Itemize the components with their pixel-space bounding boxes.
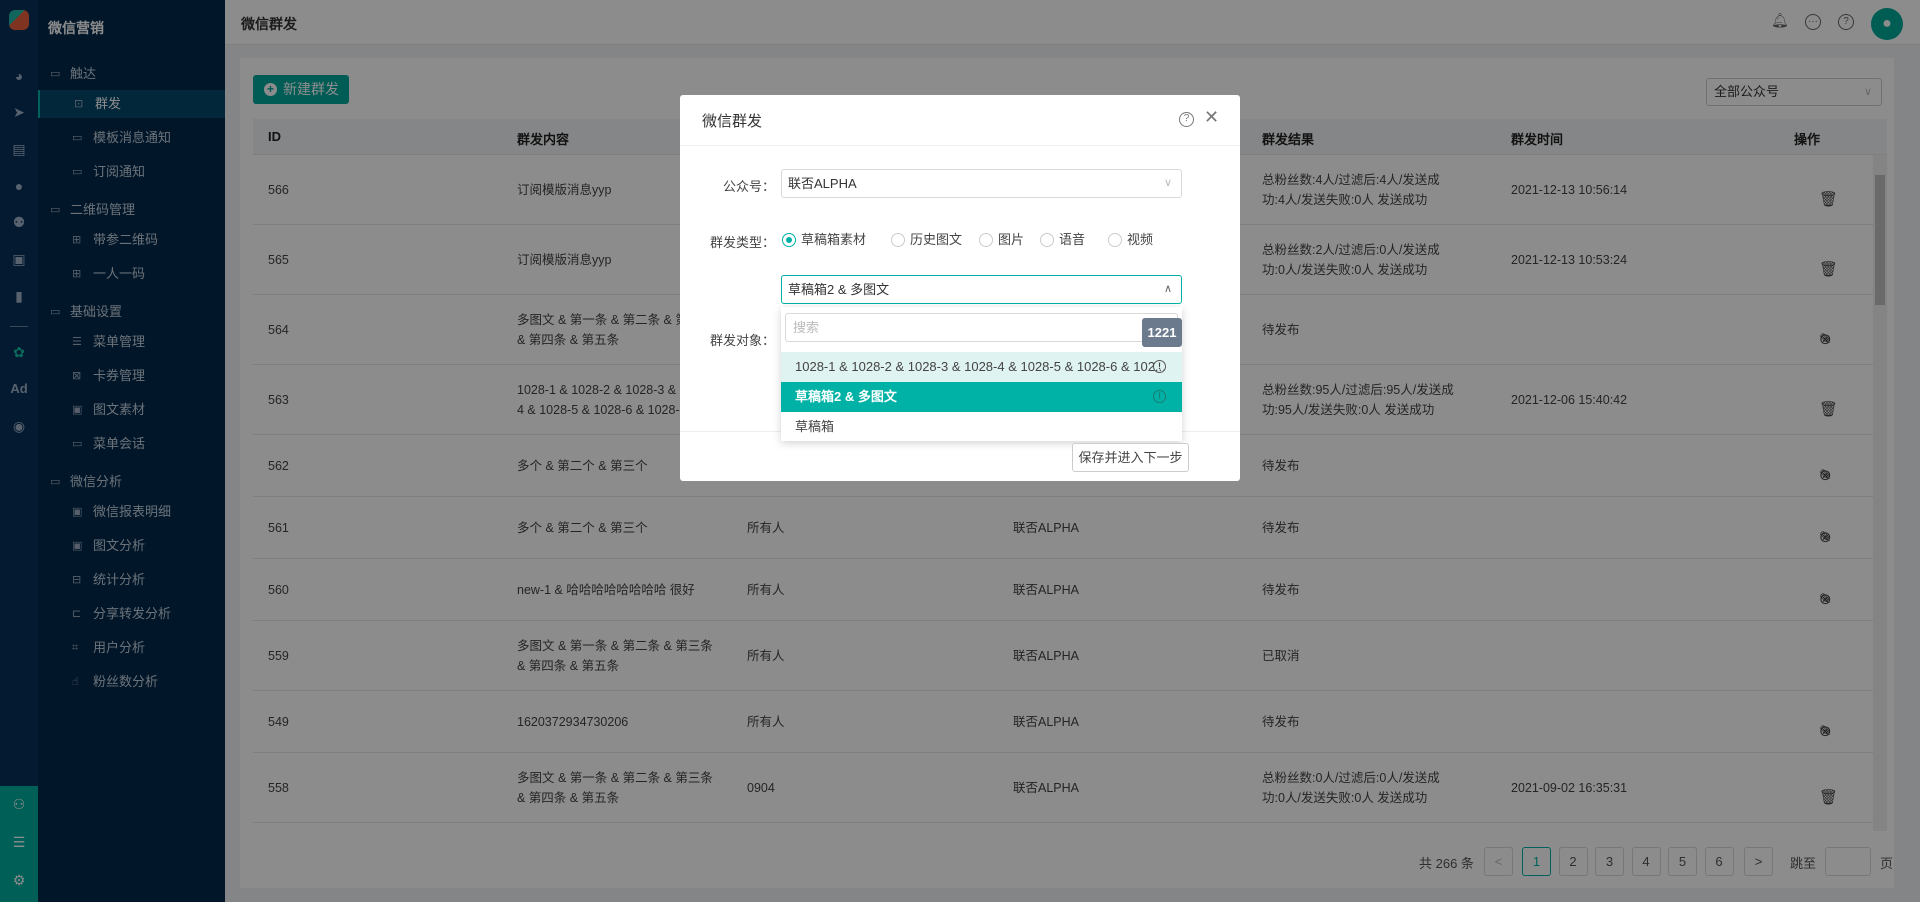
chevron-down-icon: ∨ [1163, 177, 1172, 189]
material-dropdown: 搜索 1028-1 & 1028-2 & 1028-3 & 1028-4 & 1… [781, 307, 1182, 441]
account-select[interactable]: 联否ALPHA ∨ [781, 169, 1182, 198]
target-label: 群发对象： [709, 333, 775, 348]
radio-label: 草稿箱素材 [801, 232, 867, 247]
type-label: 群发类型： [709, 235, 775, 250]
dropdown-option[interactable]: 草稿箱2 & 多图文! [781, 382, 1182, 412]
radio-label: 历史图文 [910, 232, 963, 247]
type-radio[interactable]: 视频 [1108, 233, 1153, 249]
radio-label: 视频 [1127, 232, 1154, 247]
help-icon[interactable]: ? [1179, 112, 1194, 127]
info-icon[interactable]: ! [1153, 390, 1166, 403]
radio-circle [782, 233, 796, 247]
radio-circle [979, 233, 993, 247]
option-label: 1028-1 & 1028-2 & 1028-3 & 1028-4 & 1028… [795, 359, 1166, 374]
option-label: 草稿箱 [795, 419, 835, 434]
info-icon[interactable]: ! [1153, 360, 1166, 373]
radio-label: 图片 [998, 232, 1025, 247]
modal-title: 微信群发 [702, 113, 763, 130]
tooltip: 1221 [1142, 318, 1182, 347]
account-value: 联否ALPHA [788, 176, 857, 191]
option-label: 草稿箱2 & 多图文 [795, 389, 897, 404]
type-radio[interactable]: 历史图文 [891, 233, 962, 249]
radio-circle [1108, 233, 1122, 247]
material-value: 草稿箱2 & 多图文 [788, 282, 890, 297]
material-select[interactable]: 草稿箱2 & 多图文 ∧ [781, 275, 1182, 304]
close-icon[interactable]: ✕ [1204, 107, 1219, 128]
type-radio[interactable]: 语音 [1040, 233, 1085, 249]
chevron-up-icon: ∧ [1163, 283, 1172, 295]
type-radio[interactable]: 图片 [979, 233, 1024, 249]
divider [680, 145, 1240, 146]
dropdown-search-input[interactable]: 搜索 [785, 313, 1178, 342]
save-next-button[interactable]: 保存并进入下一步 [1072, 443, 1189, 472]
radio-circle [1040, 233, 1054, 247]
account-label: 公众号： [722, 179, 775, 194]
dropdown-option[interactable]: 1028-1 & 1028-2 & 1028-3 & 1028-4 & 1028… [781, 352, 1182, 382]
radio-circle [891, 233, 905, 247]
radio-label: 语音 [1059, 232, 1086, 247]
dropdown-option[interactable]: 草稿箱 [781, 412, 1182, 442]
type-radio[interactable]: 草稿箱素材 [782, 233, 866, 249]
